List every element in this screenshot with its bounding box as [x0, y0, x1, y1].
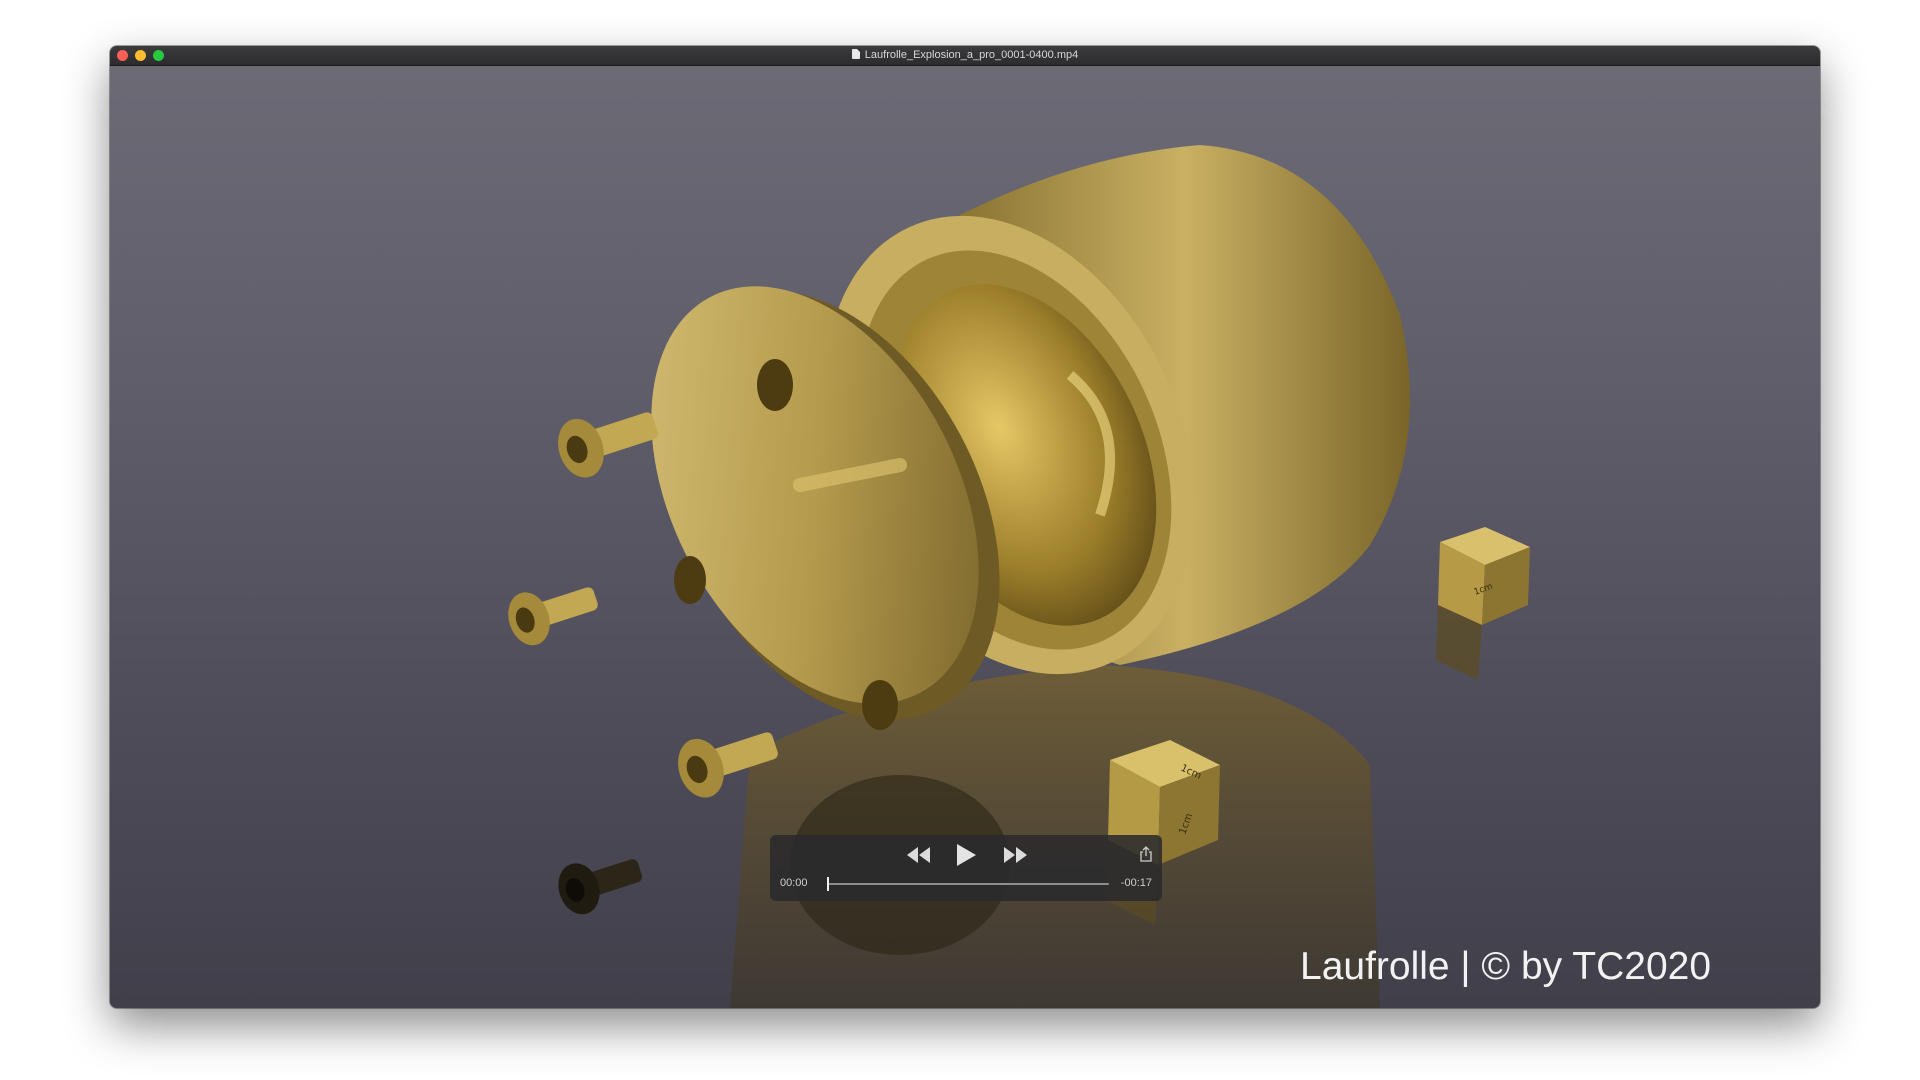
- playback-controls: 00:00 -00:17: [770, 835, 1162, 901]
- play-icon: [957, 844, 976, 866]
- document-icon: [851, 49, 860, 59]
- elapsed-time: 00:00: [780, 877, 808, 889]
- video-watermark: Laufrolle | © by TC2020: [1300, 945, 1712, 988]
- rewind-button[interactable]: [906, 844, 932, 866]
- fast-forward-button[interactable]: [1002, 844, 1028, 866]
- scale-cube-right: 1cm: [1436, 527, 1530, 680]
- rewind-icon: [907, 847, 930, 863]
- window-title: Laufrolle_Explosion_a_pro_0001-0400.mp4: [110, 48, 1820, 63]
- scrubber-track[interactable]: [827, 877, 1109, 891]
- remaining-time: -00:17: [1120, 877, 1152, 889]
- player-window: Laufrolle_Explosion_a_pro_0001-0400.mp4: [110, 46, 1820, 1008]
- window-title-text: Laufrolle_Explosion_a_pro_0001-0400.mp4: [864, 49, 1079, 61]
- title-bar[interactable]: Laufrolle_Explosion_a_pro_0001-0400.mp4: [110, 46, 1820, 66]
- video-frame[interactable]: 1cm 1cm 1cm Laufrolle | © by TC2020 00:0…: [110, 65, 1820, 1008]
- share-icon: [1140, 846, 1152, 862]
- play-button[interactable]: [954, 842, 978, 868]
- fast-forward-icon: [1004, 847, 1027, 863]
- scrubber-playhead[interactable]: [827, 877, 829, 891]
- share-button[interactable]: [1139, 846, 1153, 862]
